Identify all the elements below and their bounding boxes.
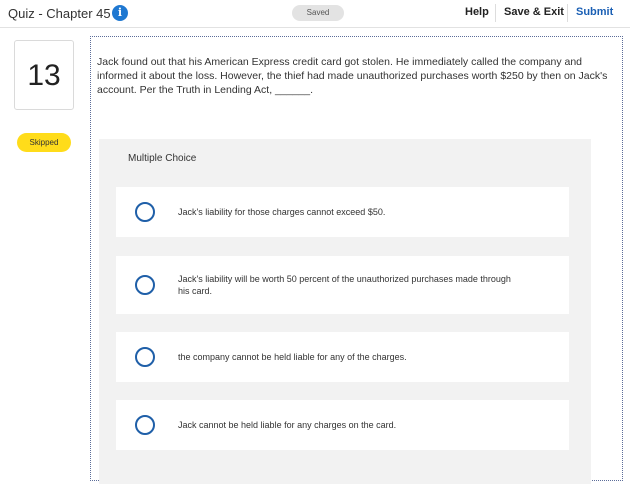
radio-button[interactable] bbox=[135, 275, 155, 295]
radio-button[interactable] bbox=[135, 415, 155, 435]
answer-option-3[interactable]: the company cannot be held liable for an… bbox=[116, 332, 569, 382]
question-text: Jack found out that his American Express… bbox=[97, 56, 608, 96]
option-text: Jack cannot be held liable for any charg… bbox=[178, 420, 397, 430]
option-text: Jack's liability will be worth 50 percen… bbox=[178, 274, 511, 296]
radio-button[interactable] bbox=[135, 347, 155, 367]
option-text: Jack's liability for those charges canno… bbox=[178, 207, 386, 217]
answer-option-4[interactable]: Jack cannot be held liable for any charg… bbox=[116, 400, 569, 450]
radio-button[interactable] bbox=[135, 202, 155, 222]
question-panel: Jack found out that his American Express… bbox=[90, 36, 623, 484]
skipped-badge: Skipped bbox=[17, 133, 71, 152]
divider bbox=[567, 4, 568, 22]
top-bar: Quiz - Chapter 45 i Saved Help Save & Ex… bbox=[0, 0, 630, 28]
multiple-choice-card: Multiple Choice Jack's liability for tho… bbox=[99, 139, 591, 484]
answer-option-2[interactable]: Jack's liability will be worth 50 percen… bbox=[116, 256, 569, 314]
submit-link[interactable]: Submit bbox=[576, 6, 613, 18]
save-exit-link[interactable]: Save & Exit bbox=[504, 6, 564, 18]
info-icon[interactable]: i bbox=[112, 5, 128, 21]
saved-status-pill: Saved bbox=[292, 5, 344, 21]
option-text: the company cannot be held liable for an… bbox=[178, 352, 407, 362]
question-number: 13 bbox=[14, 40, 74, 110]
divider bbox=[495, 4, 496, 22]
question-type-label: Multiple Choice bbox=[128, 153, 197, 164]
help-link[interactable]: Help bbox=[465, 6, 489, 18]
quiz-title: Quiz - Chapter 45 bbox=[8, 6, 111, 21]
answer-option-1[interactable]: Jack's liability for those charges canno… bbox=[116, 187, 569, 237]
